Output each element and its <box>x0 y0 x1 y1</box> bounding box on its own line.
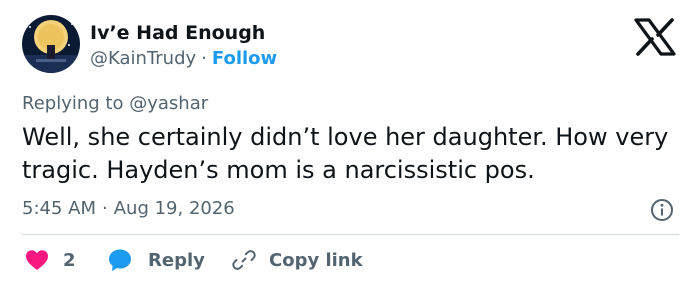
reply-label: Reply <box>148 249 205 271</box>
link-icon <box>232 248 256 272</box>
tweet-date: Aug 19, 2026 <box>113 198 235 219</box>
x-logo-icon[interactable] <box>634 18 676 56</box>
avatar[interactable] <box>22 15 80 73</box>
speech-bubble-icon <box>108 248 132 272</box>
like-button[interactable]: 2 <box>25 246 76 274</box>
follow-button[interactable]: Follow <box>212 48 277 69</box>
replying-mention[interactable]: @yashar <box>129 93 208 114</box>
handle-separator: · <box>201 48 207 69</box>
like-count: 2 <box>63 249 76 271</box>
replying-prefix: Replying to <box>22 93 124 114</box>
info-icon[interactable] <box>650 198 674 222</box>
heart-icon <box>25 249 49 271</box>
copy-link-label: Copy link <box>269 249 363 271</box>
timestamp-separator: · <box>102 198 108 219</box>
tweet-timestamp[interactable]: 5:45 AM · Aug 19, 2026 <box>22 198 235 219</box>
copy-link-button[interactable]: Copy link <box>232 246 363 274</box>
replying-to: Replying to @yashar <box>22 93 208 114</box>
tweet-time: 5:45 AM <box>22 198 96 219</box>
tweet-text: Well, she certainly didn’t love her daug… <box>22 123 669 184</box>
action-bar: 2 Reply Copy link <box>22 246 682 274</box>
author-handle-line: @KainTrudy · Follow <box>90 48 277 69</box>
author-handle[interactable]: @KainTrudy <box>90 48 196 69</box>
divider <box>22 234 679 235</box>
author-display-name[interactable]: Iv’e Had Enough <box>90 22 265 44</box>
tweet-card: Iv’e Had Enough @KainTrudy · Follow Replyi… <box>0 0 700 287</box>
reply-button[interactable]: Reply <box>108 246 205 274</box>
